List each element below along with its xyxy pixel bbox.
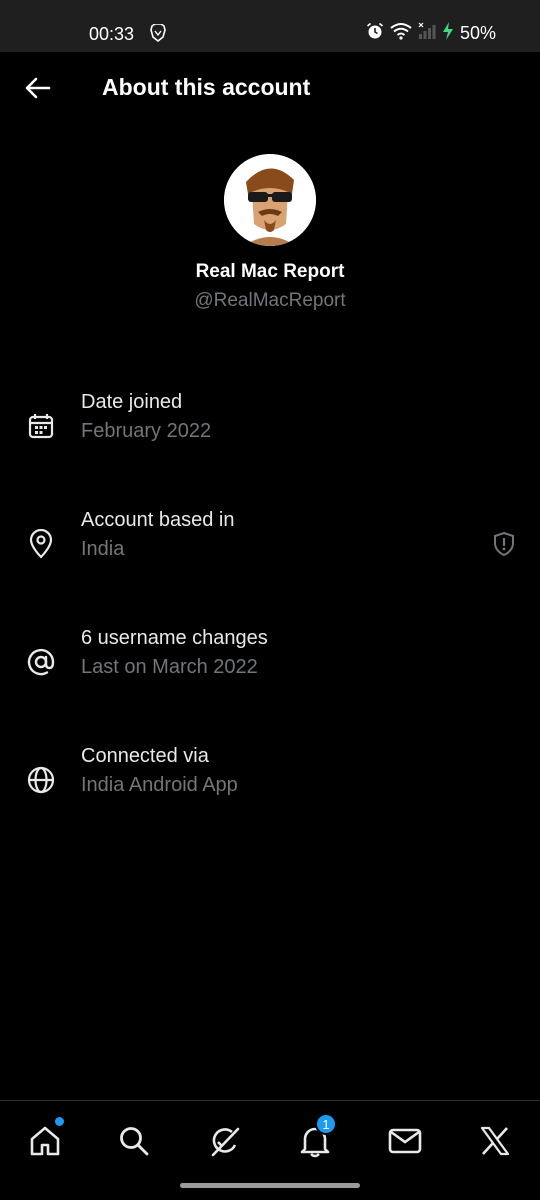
nav-grok[interactable] [203, 1119, 247, 1163]
status-bar: 00:33 50% [0, 0, 540, 52]
app-bar: About this account [0, 52, 540, 124]
row-account-based-in[interactable]: Account based in India [0, 509, 540, 589]
home-indicator[interactable] [180, 1183, 360, 1188]
row-label: Connected via [81, 745, 209, 767]
notifications-badge: 1 [315, 1113, 337, 1135]
display-name: Real Mac Report [195, 261, 345, 282]
battery-percent: 50% [459, 23, 496, 43]
brave-icon [150, 23, 166, 47]
arrow-left-icon [25, 77, 51, 99]
row-value: Last on March 2022 [81, 656, 258, 678]
search-icon [120, 1127, 149, 1156]
row-label: Date joined [81, 391, 183, 413]
x-logo-icon [480, 1126, 510, 1156]
row-connected-via: Connected via India Android App [0, 745, 540, 825]
nav-messages[interactable] [383, 1119, 427, 1163]
back-button[interactable] [18, 68, 58, 108]
page-title: About this account [102, 74, 311, 100]
grok-icon [211, 1127, 240, 1157]
wifi-icon [390, 22, 412, 45]
row-label: Account based in [81, 509, 235, 531]
at-icon [24, 645, 58, 679]
shield-alert-icon[interactable] [492, 531, 516, 562]
nav-x-premium[interactable] [473, 1119, 517, 1163]
username-handle: @RealMacReport [194, 290, 346, 311]
globe-icon [24, 763, 58, 797]
avatar[interactable] [224, 154, 316, 246]
status-time: 00:33 [89, 24, 135, 44]
row-username-changes: 6 username changes Last on March 2022 [0, 627, 540, 707]
row-value: India [81, 538, 125, 560]
alarm-icon [366, 22, 384, 45]
row-value: February 2022 [81, 420, 212, 442]
mail-icon [388, 1128, 422, 1154]
signal-icon [418, 22, 436, 45]
nav-search[interactable] [112, 1119, 156, 1163]
location-pin-icon [24, 527, 58, 561]
nav-home[interactable] [23, 1117, 67, 1163]
nav-notifications[interactable]: 1 [293, 1113, 337, 1163]
home-notification-dot [55, 1117, 64, 1126]
charging-icon [442, 22, 454, 45]
home-icon [30, 1126, 60, 1156]
row-date-joined: Date joined February 2022 [0, 391, 540, 471]
row-value: India Android App [81, 774, 238, 796]
row-label: 6 username changes [81, 627, 268, 649]
calendar-icon [24, 409, 58, 443]
